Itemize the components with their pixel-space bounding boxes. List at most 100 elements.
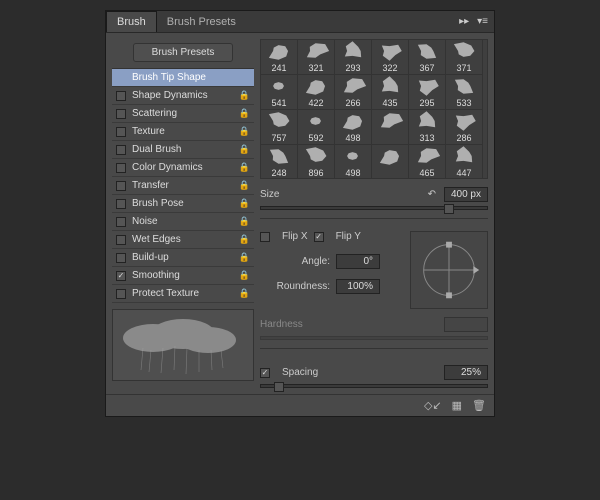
trash-icon[interactable]: 🗑 [472, 399, 486, 412]
option-texture[interactable]: Texture🔒 [112, 123, 254, 141]
size-input[interactable]: 400 px [444, 187, 488, 202]
lock-icon[interactable]: 🔒 [239, 198, 250, 209]
brush-thumb[interactable]: 241 [261, 40, 298, 75]
option-checkbox[interactable] [116, 289, 126, 299]
brush-thumb[interactable] [372, 145, 409, 179]
spacing-slider[interactable] [260, 384, 488, 388]
brush-thumb[interactable]: 592 [298, 110, 335, 145]
option-shape-dynamics[interactable]: Shape Dynamics🔒 [112, 87, 254, 105]
brush-thumb[interactable]: 321 [298, 40, 335, 75]
tab-brush[interactable]: Brush [106, 11, 157, 32]
option-label: Brush Pose [132, 198, 184, 209]
thumb-label: 286 [446, 133, 482, 143]
option-label: Noise [132, 216, 158, 227]
brush-thumb[interactable]: 293 [335, 40, 372, 75]
lock-icon[interactable]: 🔒 [239, 270, 250, 281]
lock-icon[interactable]: 🔒 [239, 90, 250, 101]
brush-thumb[interactable]: 541 [261, 75, 298, 110]
expand-icon[interactable]: ▸▸ [459, 16, 469, 27]
menu-icon[interactable]: ▾≡ [477, 16, 488, 27]
thumb-label: 592 [298, 133, 334, 143]
brush-thumb[interactable]: 313 [409, 110, 446, 145]
option-dual-brush[interactable]: Dual Brush 🔒 [112, 141, 254, 159]
brush-thumb[interactable] [372, 110, 409, 145]
spacing-input[interactable]: 25% [444, 365, 488, 380]
brush-thumb[interactable]: 367 [409, 40, 446, 75]
option-label: Scattering [132, 108, 177, 119]
lock-icon[interactable]: 🔒 [239, 108, 250, 119]
thumb-label: 367 [409, 63, 445, 73]
thumb-label: 293 [335, 63, 371, 73]
option-checkbox[interactable] [116, 235, 126, 245]
thumb-label: 266 [335, 98, 371, 108]
option-brush-pose[interactable]: Brush Pose 🔒 [112, 195, 254, 213]
option-build-up[interactable]: Build-up 🔒 [112, 249, 254, 267]
brush-thumb[interactable]: 465 [409, 145, 446, 179]
brush-thumb[interactable]: 422 [298, 75, 335, 110]
option-checkbox[interactable] [116, 91, 126, 101]
option-label: Dual Brush [132, 144, 181, 155]
brush-thumb[interactable]: 498 [335, 145, 372, 179]
angle-input[interactable]: 0° [336, 254, 380, 269]
roundness-input[interactable]: 100% [336, 279, 380, 294]
option-protect-texture[interactable]: Protect Texture🔒 [112, 285, 254, 303]
option-checkbox[interactable] [116, 163, 126, 173]
hardness-label: Hardness [260, 319, 303, 330]
lock-icon[interactable]: 🔒 [239, 126, 250, 137]
toggle-preview-icon[interactable]: ◇↙ [424, 399, 442, 412]
lock-icon[interactable]: 🔒 [239, 234, 250, 245]
option-label: Build-up [132, 252, 169, 263]
angle-dial[interactable] [410, 231, 488, 309]
size-slider[interactable] [260, 206, 488, 210]
option-checkbox[interactable] [116, 253, 126, 263]
brush-thumb[interactable]: 447 [446, 145, 483, 179]
brush-thumb[interactable]: 533 [446, 75, 483, 110]
lock-icon[interactable]: 🔒 [239, 252, 250, 263]
brush-thumb[interactable]: 498 [335, 110, 372, 145]
flip-y-label: Flip Y [336, 231, 361, 242]
brush-thumb[interactable]: 286 [446, 110, 483, 145]
brush-thumb[interactable]: 295 [409, 75, 446, 110]
option-checkbox[interactable] [116, 127, 126, 137]
new-preset-icon[interactable]: ▦ [452, 399, 462, 412]
lock-icon[interactable]: 🔒 [239, 144, 250, 155]
option-brush-tip-shape[interactable]: Brush Tip Shape [112, 69, 254, 87]
option-checkbox[interactable] [116, 199, 126, 209]
option-label: Wet Edges [132, 234, 181, 245]
option-color-dynamics[interactable]: Color Dynamics🔒 [112, 159, 254, 177]
reset-size-icon[interactable]: ↶ [428, 189, 436, 200]
option-checkbox[interactable] [116, 145, 126, 155]
brush-thumbnail-grid[interactable]: 241321293322367371 541422266435295533 7575… [260, 39, 488, 179]
lock-icon[interactable]: 🔒 [239, 288, 250, 299]
lock-icon[interactable]: 🔒 [239, 216, 250, 227]
flip-x-label: Flip X [282, 231, 308, 242]
brush-presets-button[interactable]: Brush Presets [133, 43, 233, 62]
brush-thumb[interactable]: 896 [298, 145, 335, 179]
spacing-checkbox[interactable] [260, 368, 270, 378]
brush-thumb[interactable]: 435 [372, 75, 409, 110]
option-checkbox[interactable] [116, 109, 126, 119]
option-checkbox[interactable] [116, 181, 126, 191]
flip-y-checkbox[interactable] [314, 232, 324, 242]
lock-icon[interactable]: 🔒 [239, 162, 250, 173]
option-checkbox[interactable] [116, 271, 126, 281]
thumb-label: 896 [298, 168, 334, 178]
option-scattering[interactable]: Scattering 🔒 [112, 105, 254, 123]
brush-thumb[interactable]: 322 [372, 40, 409, 75]
brush-thumb[interactable]: 248 [261, 145, 298, 179]
option-label: Transfer [132, 180, 169, 191]
flip-x-checkbox[interactable] [260, 232, 270, 242]
option-checkbox[interactable] [116, 217, 126, 227]
size-label: Size [260, 189, 279, 200]
brush-thumb[interactable]: 371 [446, 40, 483, 75]
brush-thumb[interactable]: 757 [261, 110, 298, 145]
tab-brush-presets[interactable]: Brush Presets [157, 12, 246, 32]
lock-icon[interactable]: 🔒 [239, 180, 250, 191]
option-smoothing[interactable]: Smoothing🔒 [112, 267, 254, 285]
brush-thumb[interactable]: 266 [335, 75, 372, 110]
option-transfer[interactable]: Transfer 🔒 [112, 177, 254, 195]
option-noise[interactable]: Noise 🔒 [112, 213, 254, 231]
thumb-label: 241 [261, 63, 297, 73]
option-wet-edges[interactable]: Wet Edges 🔒 [112, 231, 254, 249]
brush-preview [112, 309, 254, 381]
